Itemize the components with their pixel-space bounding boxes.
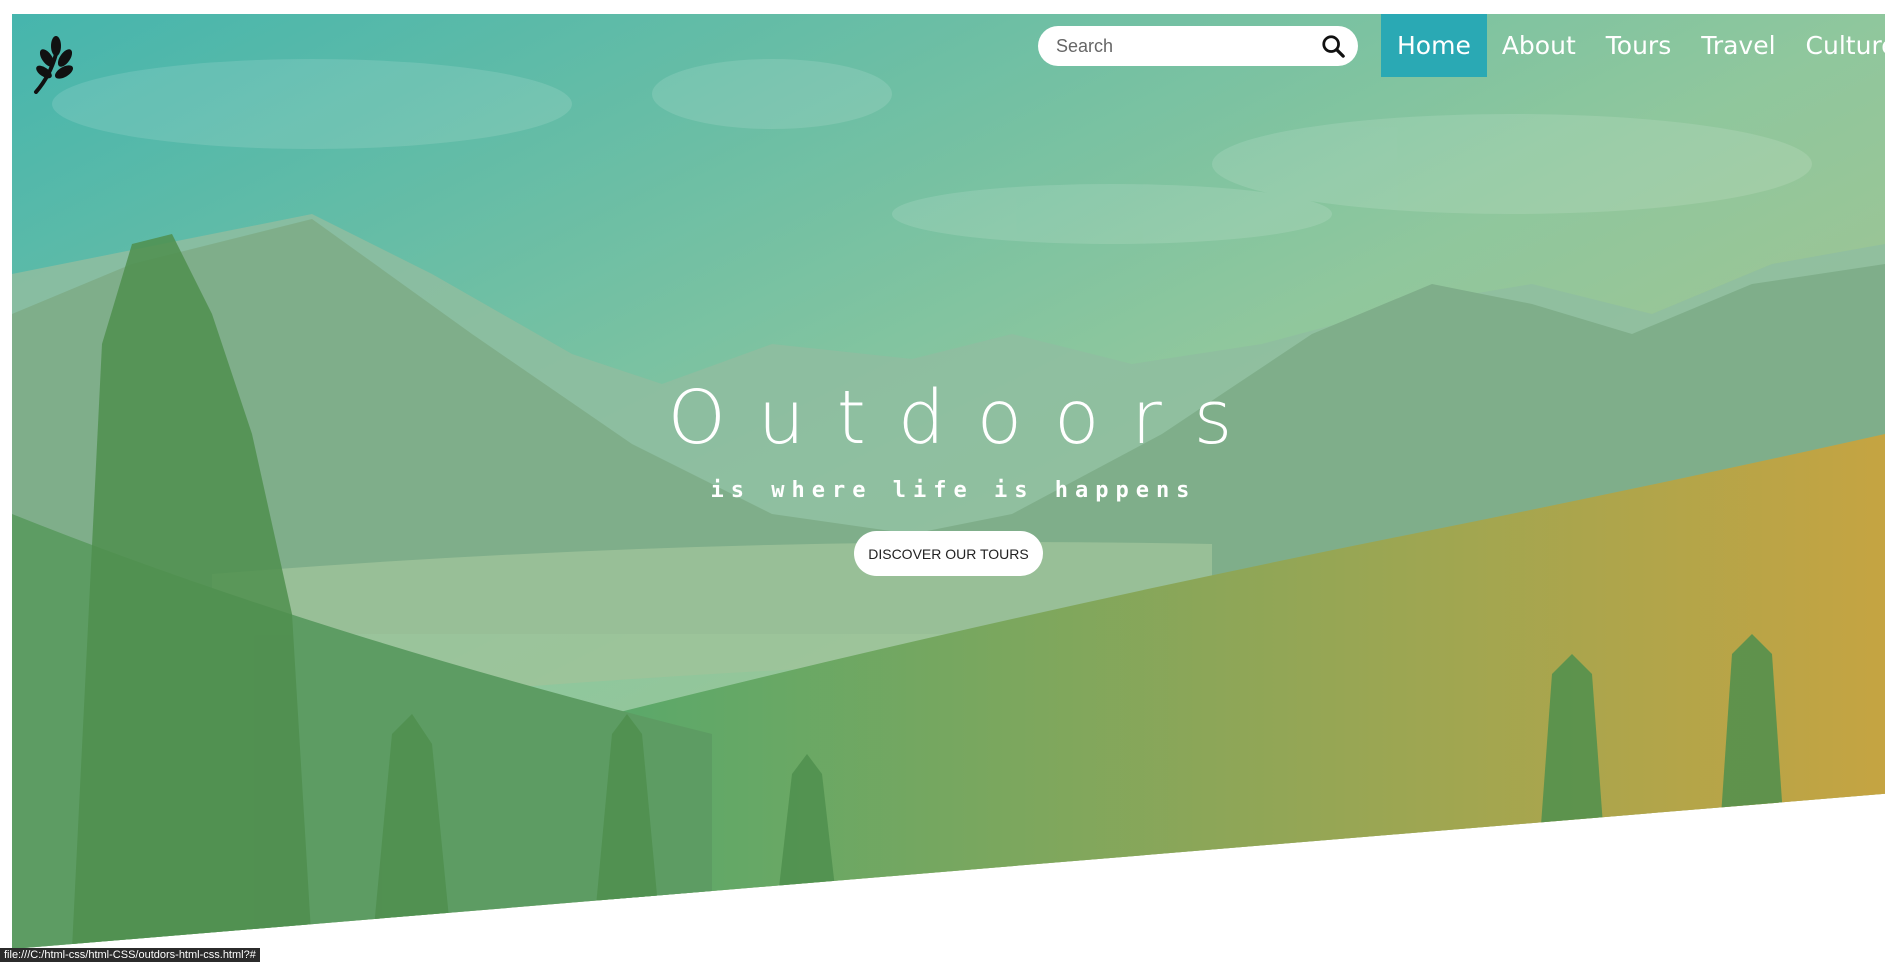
hero-subtitle: is where life is happens — [710, 478, 1197, 503]
search-input[interactable] — [1056, 35, 1320, 57]
logo-leaf-icon[interactable] — [32, 36, 78, 94]
hero-title: Outdoors — [667, 375, 1265, 461]
nav-tours[interactable]: Tours — [1591, 14, 1686, 77]
search-icon[interactable] — [1320, 33, 1346, 59]
nav-home[interactable]: Home — [1381, 14, 1487, 77]
nav-culture[interactable]: Culture — [1791, 14, 1900, 77]
search-bar — [1038, 26, 1358, 66]
discover-tours-button[interactable]: DISCOVER OUR TOURS — [854, 531, 1043, 576]
nav-about[interactable]: About — [1487, 14, 1591, 77]
browser-status-url: file:///C:/html-css/html-CSS/outdors-htm… — [0, 948, 260, 962]
nav-travel[interactable]: Travel — [1686, 14, 1790, 77]
main-nav: Home About Tours Travel Culture — [1381, 14, 1900, 77]
